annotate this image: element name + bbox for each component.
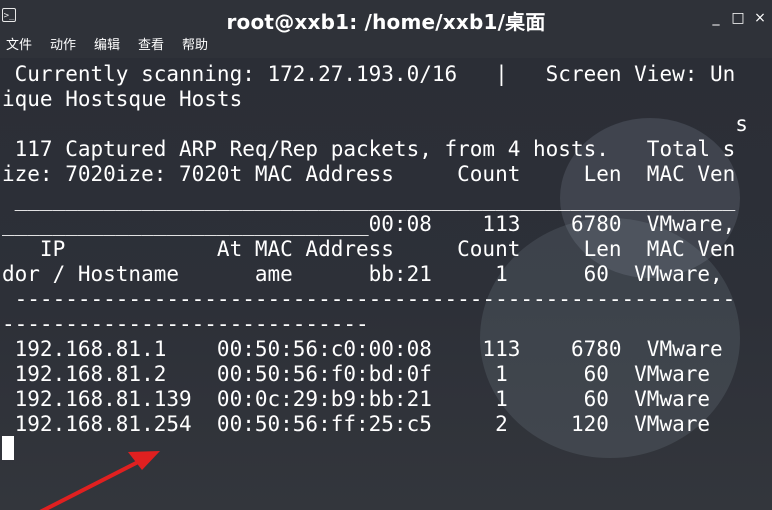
annotation-arrow-icon — [39, 451, 160, 510]
